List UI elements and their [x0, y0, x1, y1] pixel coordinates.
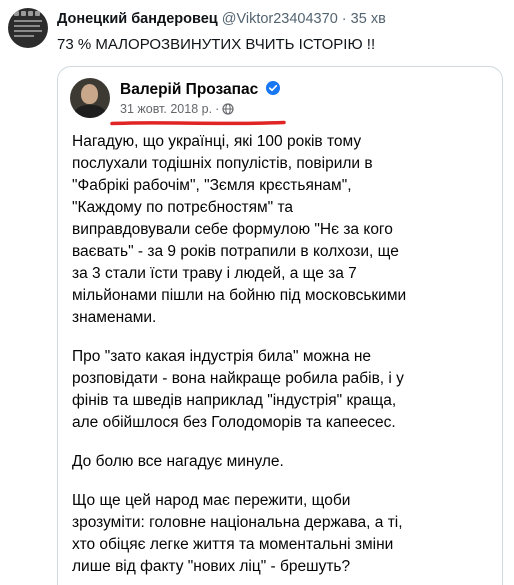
avatar[interactable] [8, 8, 48, 48]
tweet-text: 73 % МАЛОРОЗВИНУТИХ ВЧИТЬ ІСТОРІЮ !! [57, 36, 376, 53]
date-separator: · [215, 102, 220, 116]
quoted-paragraph: Нагадую, що українці, які 100 років тому… [72, 133, 407, 326]
header-separator: · [341, 11, 347, 27]
display-name[interactable]: Донецкий бандеровец [57, 11, 218, 27]
quoted-author-name: Валерій Прозапас [120, 81, 259, 98]
quoted-post-date: 31 жовт. 2018 р. [120, 102, 213, 116]
globe-icon [222, 103, 234, 115]
tweet: Донецкий бандеровец @Viktor23404370 · 35… [0, 0, 514, 585]
quoted-paragraph: Що ще цей народ має пережити, щоби зрозу… [72, 492, 403, 575]
red-underline-mark [110, 120, 286, 126]
quoted-paragraph: До болю все нагадує минуле. [72, 453, 284, 470]
quoted-post-date-row: 31 жовт. 2018 р. · [120, 102, 234, 116]
user-handle[interactable]: @Viktor23404370 [222, 11, 338, 27]
quoted-post-image[interactable]: Валерій Прозапас 31 жовт. 2018 р. · Нагад… [57, 66, 503, 585]
quoted-post-body: Нагадую, що українці, які 100 років тому… [72, 131, 497, 585]
tweet-header: Донецкий бандеровец @Viktor23404370 · 35… [57, 10, 386, 28]
tweet-timestamp[interactable]: 35 хв [351, 11, 386, 27]
verified-badge-icon [265, 81, 280, 95]
quoted-author-row: Валерій Прозапас [120, 81, 280, 99]
quoted-paragraph: Про "зато какая індустрія била" можна не… [72, 348, 404, 431]
quoted-author-avatar [70, 78, 110, 118]
